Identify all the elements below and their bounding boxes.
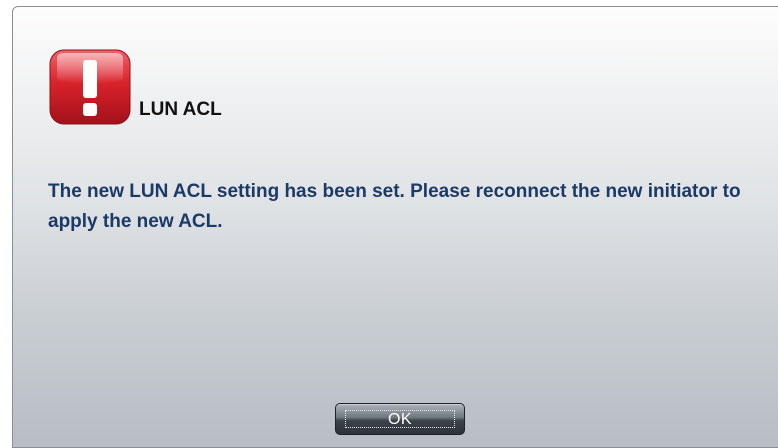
ok-button[interactable]: OK bbox=[335, 403, 465, 435]
alert-dialog: LUN ACL The new LUN ACL setting has been… bbox=[12, 6, 778, 448]
dialog-message: The new LUN ACL setting has been set. Pl… bbox=[48, 181, 741, 232]
dialog-title: LUN ACL bbox=[139, 99, 222, 120]
ok-button-label: OK bbox=[387, 411, 413, 428]
exclamation-alert-icon bbox=[49, 49, 131, 125]
dialog-header: LUN ACL bbox=[49, 49, 222, 125]
